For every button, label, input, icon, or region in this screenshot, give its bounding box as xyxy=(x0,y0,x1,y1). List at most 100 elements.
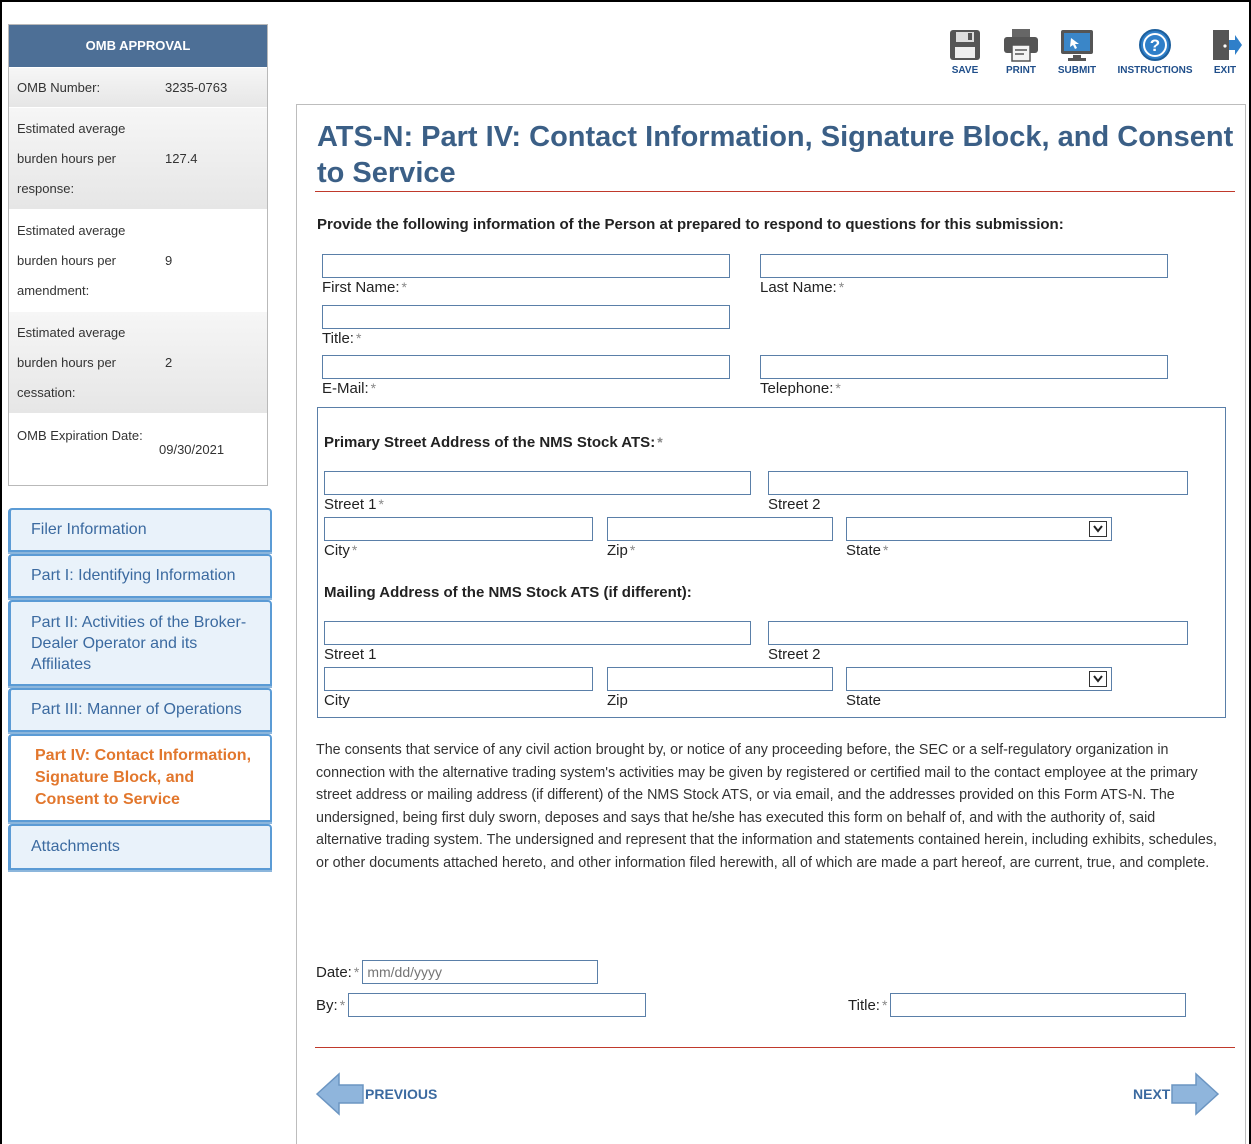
instructions-label: INSTRUCTIONS xyxy=(1117,65,1193,76)
previous-label: PREVIOUS xyxy=(365,1086,438,1102)
instructions-button[interactable]: ? INSTRUCTIONS xyxy=(1105,26,1205,76)
floppy-disk-icon xyxy=(946,26,984,64)
required-mark: * xyxy=(355,330,362,346)
mailing-street1-input[interactable] xyxy=(324,621,751,645)
by-label: By: xyxy=(316,996,338,1014)
signature-title-input[interactable] xyxy=(890,993,1187,1017)
omb-approval-box: OMB APPROVAL OMB Number: 3235-0763 Estim… xyxy=(8,24,268,486)
zip-label: Zip xyxy=(607,542,628,559)
first-name-field: First Name: * xyxy=(322,254,730,296)
primary-street2-field: Street 2 xyxy=(768,471,1188,513)
omb-label: Estimated average burden hours per amend… xyxy=(17,223,126,298)
svg-text:?: ? xyxy=(1150,36,1160,55)
state-label: State xyxy=(846,692,882,709)
mailing-address-heading: Mailing Address of the NMS Stock ATS (if… xyxy=(324,584,692,601)
first-name-label: First Name: xyxy=(322,279,400,296)
telephone-label: Telephone: xyxy=(760,380,834,397)
first-name-input[interactable] xyxy=(322,254,730,278)
question-mark-icon: ? xyxy=(1136,26,1174,64)
sidebar-item-part-iv[interactable]: Part IV: Contact Information, Signature … xyxy=(8,734,272,822)
mailing-city-field: City xyxy=(324,667,593,709)
state-label: State xyxy=(846,542,882,559)
street1-label: Street 1 xyxy=(324,496,377,513)
telephone-input[interactable] xyxy=(760,355,1168,379)
omb-value: 2 xyxy=(165,355,173,370)
submit-label: SUBMIT xyxy=(1057,65,1097,76)
required-mark: * xyxy=(351,542,358,558)
primary-zip-field: Zip * xyxy=(607,517,833,559)
printer-icon xyxy=(1002,26,1040,64)
omb-approval-header: OMB APPROVAL xyxy=(9,25,267,67)
print-button[interactable]: PRINT xyxy=(993,26,1049,76)
section-lead-text: Provide the following information of the… xyxy=(317,216,1064,233)
omb-value: 3235-0763 xyxy=(165,80,228,95)
required-mark: * xyxy=(378,496,384,512)
sidebar-item-part-iii[interactable]: Part III: Manner of Operations xyxy=(8,688,272,732)
primary-state-field: State * xyxy=(846,517,1112,559)
signature-title-label: Title: xyxy=(848,996,880,1014)
date-input[interactable] xyxy=(362,960,599,984)
title-input[interactable] xyxy=(322,305,730,329)
omb-value: 09/30/2021 xyxy=(159,442,225,457)
chevron-down-icon xyxy=(1089,671,1107,687)
submit-button[interactable]: SUBMIT xyxy=(1049,26,1105,76)
last-name-input[interactable] xyxy=(760,254,1168,278)
sidebar-item-label: Attachments xyxy=(31,838,120,855)
required-mark: * xyxy=(629,542,636,558)
primary-address-heading: Primary Street Address of the NMS Stock … xyxy=(324,434,656,451)
title-label: Title: xyxy=(322,330,354,347)
primary-state-select[interactable] xyxy=(846,517,1112,541)
required-mark: * xyxy=(883,542,889,558)
primary-street1-input[interactable] xyxy=(324,471,751,495)
exit-label: EXIT xyxy=(1213,65,1237,76)
date-row: Date: * xyxy=(316,960,599,984)
omb-number-row: OMB Number: 3235-0763 xyxy=(9,67,267,107)
sidebar-item-attachments[interactable]: Attachments xyxy=(8,824,272,870)
save-button[interactable]: SAVE xyxy=(937,26,993,76)
mailing-city-input[interactable] xyxy=(324,667,593,691)
required-mark: * xyxy=(838,279,845,295)
zip-label: Zip xyxy=(607,692,628,709)
omb-label: Estimated average burden hours per cessa… xyxy=(17,325,126,400)
required-mark: * xyxy=(339,997,346,1013)
required-mark: * xyxy=(370,380,377,396)
by-row: By: * xyxy=(316,993,647,1017)
omb-expiration-row: OMB Expiration Date: 09/30/2021 xyxy=(9,413,267,485)
sidebar-item-label: Part IV: Contact Information, Signature … xyxy=(35,747,252,808)
email-input[interactable] xyxy=(322,355,730,379)
omb-value: 9 xyxy=(165,253,173,268)
street1-label: Street 1 xyxy=(324,646,377,663)
street2-label: Street 2 xyxy=(768,496,821,513)
telephone-field: Telephone: * xyxy=(760,355,1168,397)
page-title: ATS-N: Part IV: Contact Information, Sig… xyxy=(317,121,1234,189)
sidebar-item-label: Filer Information xyxy=(31,521,147,538)
primary-city-field: City * xyxy=(324,517,593,559)
exit-button[interactable]: EXIT xyxy=(1205,26,1245,76)
toolbar: SAVE PRINT SUBMIT ? INSTRUCTIONS EXIT xyxy=(937,26,1245,76)
required-mark: * xyxy=(835,380,841,396)
sidebar-item-filer-information[interactable]: Filer Information xyxy=(8,508,272,552)
exit-door-icon xyxy=(1206,26,1244,64)
main-panel: ATS-N: Part IV: Contact Information, Sig… xyxy=(296,104,1246,1144)
previous-button[interactable]: PREVIOUS xyxy=(315,1071,437,1117)
signature-title-row: Title: * xyxy=(848,993,1187,1017)
required-mark: * xyxy=(353,964,360,980)
sidebar-item-part-ii[interactable]: Part II: Activities of the Broker-Dealer… xyxy=(8,600,272,686)
mailing-state-select[interactable] xyxy=(846,667,1112,691)
mailing-zip-input[interactable] xyxy=(607,667,833,691)
sidebar-item-label: Part II: Activities of the Broker-Dealer… xyxy=(31,613,247,673)
omb-cessation-row: Estimated average burden hours per cessa… xyxy=(9,311,267,413)
signature-by-input[interactable] xyxy=(348,993,647,1017)
primary-city-input[interactable] xyxy=(324,517,593,541)
primary-zip-input[interactable] xyxy=(607,517,833,541)
last-name-field: Last Name: * xyxy=(760,254,1168,296)
primary-street2-input[interactable] xyxy=(768,471,1188,495)
next-button[interactable]: NEXT xyxy=(1133,1071,1220,1117)
sidebar-item-part-i[interactable]: Part I: Identifying Information xyxy=(8,554,272,598)
mailing-street2-input[interactable] xyxy=(768,621,1188,645)
omb-amendment-row: Estimated average burden hours per amend… xyxy=(9,209,267,311)
mailing-street1-field: Street 1 xyxy=(324,621,751,663)
required-mark: * xyxy=(657,434,663,450)
right-arrow-icon xyxy=(1171,1072,1220,1116)
city-label: City xyxy=(324,692,350,709)
